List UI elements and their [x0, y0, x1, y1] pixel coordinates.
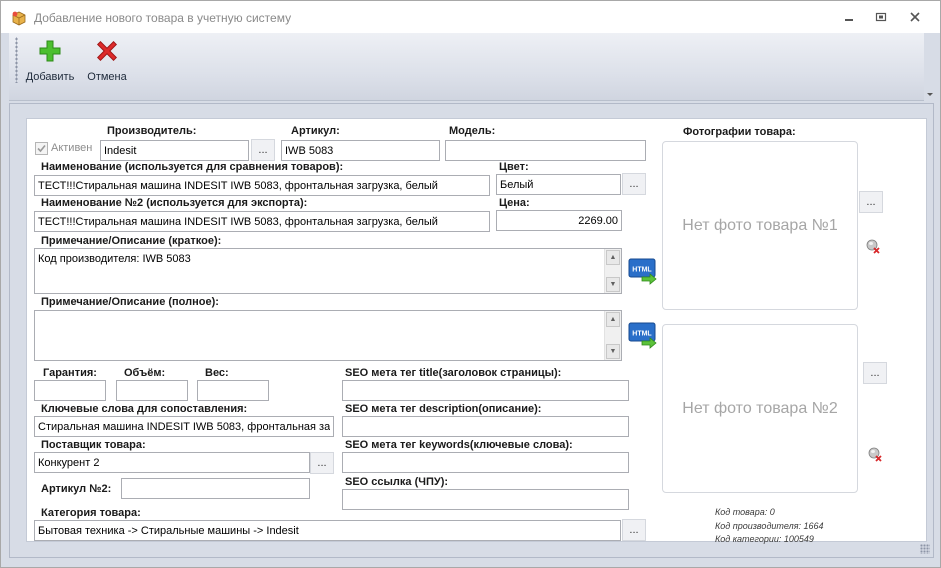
cancel-button[interactable]: Отмена	[81, 37, 133, 87]
box-icon	[12, 11, 26, 26]
content-panel: Активен Производитель: ... Артикул: Моде…	[9, 103, 934, 558]
app-window: Добавление нового товара в учетную систе…	[0, 0, 941, 568]
photo2-browse-button[interactable]: ...	[863, 362, 887, 384]
seo-url-label: SEO ссылка (ЧПУ):	[345, 476, 449, 488]
price-input[interactable]	[496, 210, 622, 231]
model-input[interactable]	[445, 140, 646, 161]
category-label: Категория товара:	[41, 507, 141, 519]
full-desc-textarea[interactable]: ▲ ▼	[34, 310, 622, 361]
volume-input[interactable]	[116, 380, 188, 401]
seo-title-label: SEO мета тег title(заголовок страницы):	[345, 367, 562, 379]
short-desc-label: Примечание/Описание (краткое):	[41, 235, 222, 247]
photos-title: Фотографии товара:	[683, 126, 796, 138]
photo1-placeholder: Нет фото товара №1	[682, 217, 838, 234]
supplier-browse-button[interactable]: ...	[310, 452, 334, 474]
category-browse-button[interactable]: ...	[622, 519, 646, 541]
manufacturer-label: Производитель:	[107, 125, 197, 137]
close-icon	[910, 12, 920, 22]
manufacturer-code: Код производителя: 1664	[715, 521, 824, 531]
photo-slot-1[interactable]: Нет фото товара №1	[662, 141, 858, 310]
close-button[interactable]	[903, 8, 927, 26]
weight-input[interactable]	[197, 380, 269, 401]
supplier-input[interactable]	[34, 452, 310, 473]
seo-keywords-label: SEO мета тег keywords(ключевые слова):	[345, 439, 573, 451]
model-label: Модель:	[449, 125, 496, 137]
maximize-button[interactable]	[869, 8, 893, 26]
chevron-down-icon	[927, 93, 933, 96]
full-desc-label: Примечание/Описание (полное):	[41, 296, 219, 308]
article2-input[interactable]	[121, 478, 310, 499]
window-title: Добавление нового товара в учетную систе…	[34, 11, 292, 25]
seo-desc-input[interactable]	[342, 416, 629, 437]
product-form: Активен Производитель: ... Артикул: Моде…	[26, 118, 927, 544]
minimize-button[interactable]	[837, 8, 861, 26]
volume-label: Объём:	[124, 367, 166, 379]
photo2-placeholder: Нет фото товара №2	[682, 400, 838, 417]
supplier-label: Поставщик товара:	[41, 439, 146, 451]
short-desc-textarea[interactable]: Код производителя: IWB 5083 ▲ ▼	[34, 248, 622, 294]
plus-icon	[39, 40, 61, 62]
keywords-input[interactable]	[34, 416, 334, 437]
manufacturer-input[interactable]	[100, 140, 249, 161]
svg-text:HTML: HTML	[632, 267, 652, 274]
seo-desc-label: SEO мета тег description(описание):	[345, 403, 542, 415]
article-label: Артикул:	[291, 125, 340, 137]
photo2-delete-icon[interactable]	[867, 446, 883, 462]
svg-text:HTML: HTML	[632, 331, 652, 338]
photo1-browse-button[interactable]: ...	[859, 191, 883, 213]
color-browse-button[interactable]: ...	[622, 173, 646, 195]
scroll-down-icon[interactable]: ▼	[606, 277, 620, 292]
title-bar: Добавление нового товара в учетную систе…	[1, 1, 940, 33]
seo-keywords-input[interactable]	[342, 452, 629, 473]
minimize-icon	[845, 19, 853, 21]
seo-url-input[interactable]	[342, 489, 629, 510]
toolbar: Добавить Отмена	[9, 33, 934, 101]
color-label: Цвет:	[499, 161, 529, 173]
resize-grip[interactable]	[920, 544, 930, 554]
category-input[interactable]	[34, 520, 621, 541]
maximize-icon	[875, 12, 887, 22]
category-code: Код категории: 100549	[715, 534, 814, 544]
weight-label: Вес:	[205, 367, 229, 379]
article-input[interactable]	[281, 140, 440, 161]
manufacturer-browse-button[interactable]: ...	[251, 139, 275, 161]
keywords-label: Ключевые слова для сопоставления:	[41, 403, 248, 415]
short-desc-scrollbar[interactable]: ▲ ▼	[604, 249, 621, 293]
html-editor-short-button[interactable]: HTML	[628, 257, 658, 285]
check-icon	[37, 144, 46, 153]
checkbox-box	[35, 142, 48, 155]
name2-label: Наименование №2 (используется для экспор…	[41, 197, 308, 209]
scroll-up-icon[interactable]: ▲	[606, 250, 620, 265]
toolbar-scroll[interactable]	[924, 33, 934, 101]
name2-input[interactable]	[34, 211, 490, 232]
cross-icon	[97, 41, 117, 61]
warranty-label: Гарантия:	[43, 367, 97, 379]
photo-slot-2[interactable]: Нет фото товара №2	[662, 324, 858, 493]
photo1-delete-icon[interactable]	[865, 238, 881, 254]
scroll-down-icon[interactable]: ▼	[606, 344, 620, 359]
warranty-input[interactable]	[34, 380, 106, 401]
product-code: Код товара: 0	[715, 507, 775, 517]
html-editor-full-button[interactable]: HTML	[628, 321, 658, 349]
name-label: Наименование (используется для сравнения…	[41, 161, 344, 173]
full-desc-scrollbar[interactable]: ▲ ▼	[604, 311, 621, 360]
article2-label: Артикул №2:	[41, 483, 112, 495]
color-input[interactable]	[496, 174, 621, 195]
add-button[interactable]: Добавить	[23, 37, 77, 87]
toolbar-grip[interactable]	[15, 37, 18, 83]
price-label: Цена:	[499, 197, 530, 209]
seo-title-input[interactable]	[342, 380, 629, 401]
scroll-up-icon[interactable]: ▲	[606, 312, 620, 327]
name-input[interactable]	[34, 175, 490, 196]
